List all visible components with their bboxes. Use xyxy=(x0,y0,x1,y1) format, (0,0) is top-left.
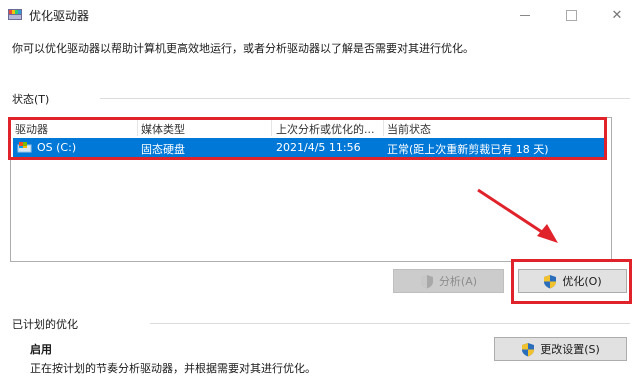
scheduled-separator xyxy=(150,323,630,324)
defrag-app-icon xyxy=(8,9,22,20)
drive-icon xyxy=(17,142,32,153)
shield-icon xyxy=(522,342,535,356)
change-settings-button[interactable]: 更改设置(S) xyxy=(494,337,627,361)
status-label: 状态(T) xyxy=(12,93,50,106)
scheduled-label: 已计划的优化 xyxy=(12,318,78,331)
status-separator xyxy=(100,98,630,99)
last-run: 2021/4/5 11:56 xyxy=(276,141,361,154)
column-header-last-run[interactable]: 上次分析或优化的... xyxy=(276,121,375,137)
optimize-button[interactable]: 优化(O) xyxy=(518,269,627,293)
scheduled-state: 启用 xyxy=(30,343,52,356)
optimize-button-label: 优化(O) xyxy=(562,275,602,288)
change-settings-button-label: 更改设置(S) xyxy=(540,343,600,356)
column-header-media-type[interactable]: 媒体类型 xyxy=(141,121,185,137)
column-header-drive[interactable]: 驱动器 xyxy=(15,121,48,137)
description-text: 你可以优化驱动器以帮助计算机更高效地运行，或者分析驱动器以了解是否需要对其进行优… xyxy=(12,42,474,55)
media-type: 固态硬盘 xyxy=(141,143,185,156)
drive-name: OS (C:) xyxy=(37,141,77,154)
maximize-icon[interactable] xyxy=(548,0,594,30)
list-header: 驱动器 媒体类型 上次分析或优化的... 当前状态 xyxy=(11,118,611,137)
scheduled-description: 正在按计划的节奏分析驱动器，并根据需要对其进行优化。 xyxy=(30,362,316,375)
close-icon[interactable]: ✕ xyxy=(594,0,640,30)
minimize-icon[interactable] xyxy=(502,0,548,30)
table-row[interactable]: OS (C:) 固态硬盘 2021/4/5 11:56 正常(距上次重新剪裁已有… xyxy=(13,138,607,157)
column-separator xyxy=(271,119,272,136)
drive-list[interactable]: 驱动器 媒体类型 上次分析或优化的... 当前状态 OS (C:) 固态硬盘 2… xyxy=(10,117,612,262)
shield-icon xyxy=(420,274,433,288)
column-separator xyxy=(383,119,384,136)
current-status: 正常(距上次重新剪裁已有 18 天) xyxy=(387,143,549,156)
analyze-button-label: 分析(A) xyxy=(438,275,478,288)
window-title: 优化驱动器 xyxy=(29,9,90,23)
shield-icon xyxy=(544,274,557,288)
title-bar: 优化驱动器 ✕ xyxy=(0,0,640,30)
column-header-current-status[interactable]: 当前状态 xyxy=(387,121,431,137)
column-separator xyxy=(137,119,138,136)
analyze-button[interactable]: 分析(A) xyxy=(393,269,504,293)
